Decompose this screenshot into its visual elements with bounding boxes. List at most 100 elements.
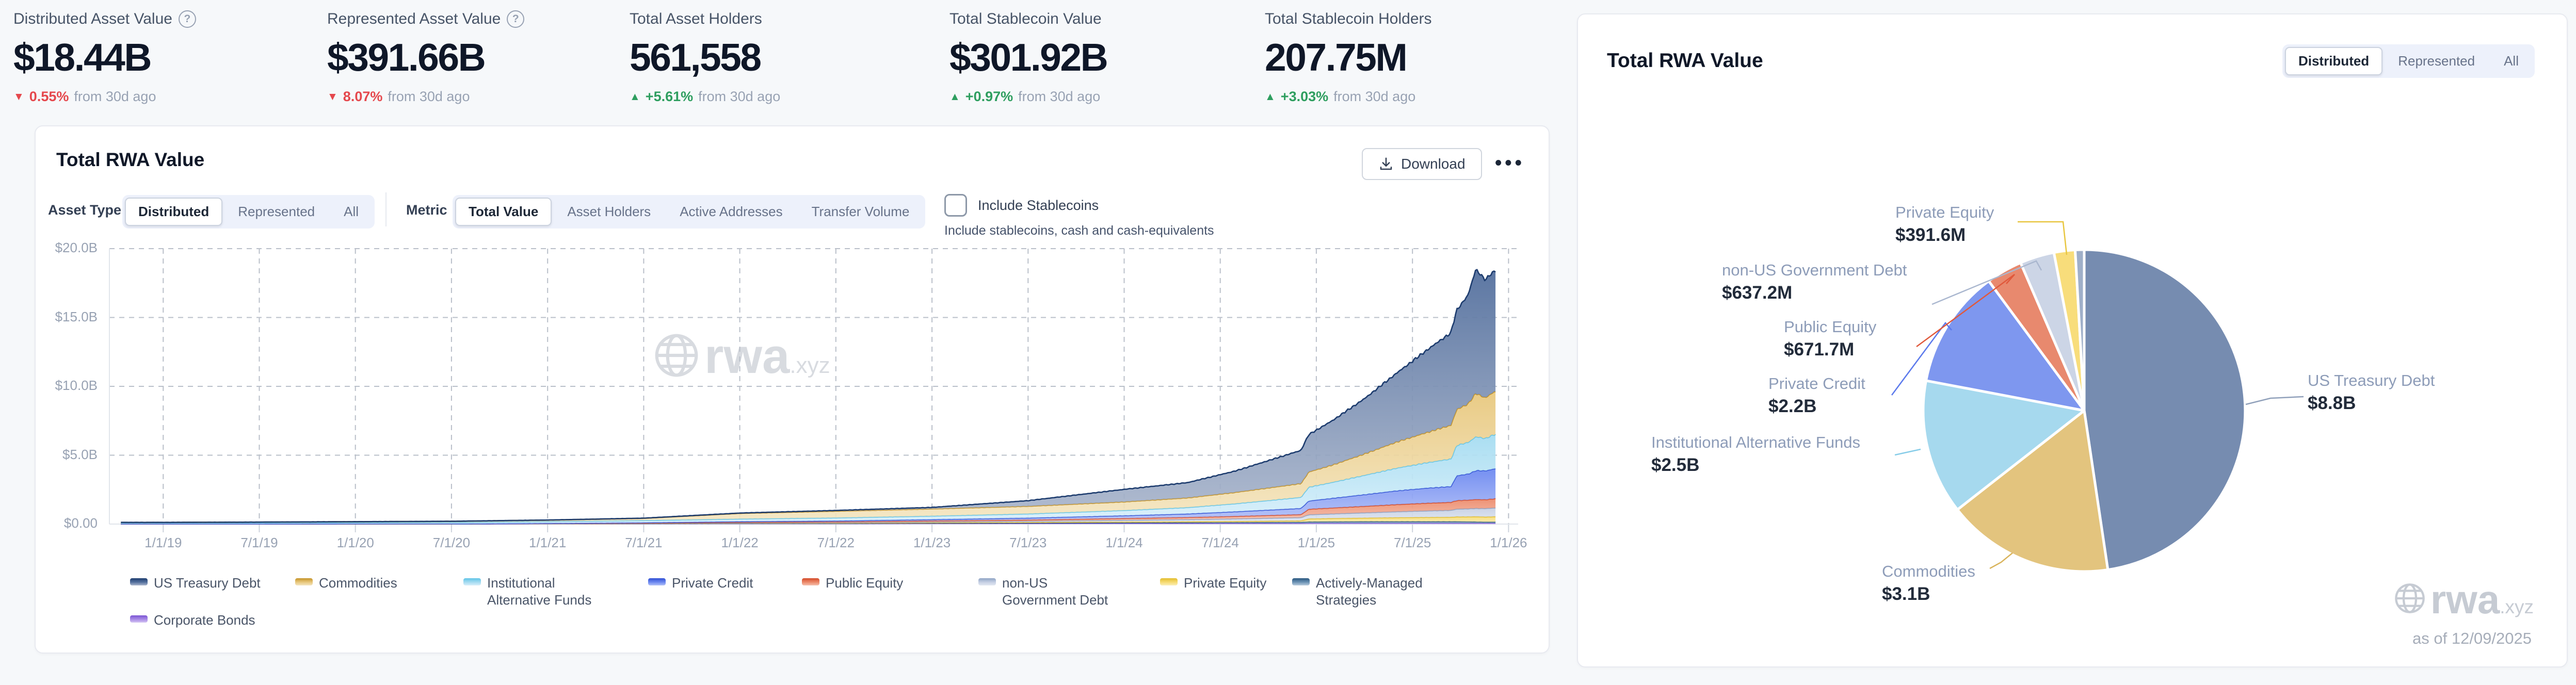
pie-label-value: $637.2M [1722, 283, 1907, 303]
pie-label-public-equity: Public Equity $671.7M [1784, 318, 1876, 360]
pie-label-name: Institutional Alternative Funds [1651, 433, 1860, 452]
y-tick-label: $10.0B [40, 378, 98, 394]
pie-label-value: $2.2B [1768, 396, 1865, 417]
y-tick-label: $15.0B [40, 309, 98, 325]
legend-swatch [130, 578, 148, 585]
stat-total-stablecoin-holders: Total Stablecoin Holders 207.75M ▲+3.03%fr… [1265, 10, 1564, 105]
stat-delta: ▲+3.03%from 30d ago [1265, 89, 1564, 105]
pie-label-value: $391.6M [1895, 225, 1994, 246]
x-tick-label: 1/1/23 [891, 535, 973, 551]
x-tick-label: 7/1/25 [1371, 535, 1454, 551]
legend-item-private-equity[interactable]: Private Equity [1160, 575, 1266, 592]
x-tick-label: 1/1/24 [1083, 535, 1165, 551]
legend-label: Actively-Managed Strategies [1316, 575, 1432, 608]
legend-label: US Treasury Debt [154, 575, 261, 592]
rwa-pie-card: Total RWA Value DistributedRepresentedAl… [1577, 13, 2568, 667]
pie-label-us-treasury-debt: US Treasury Debt $8.8B [2308, 371, 2435, 414]
pie-label-value: $3.1B [1882, 584, 1975, 605]
stat-delta: ▲+5.61%from 30d ago [630, 89, 929, 105]
legend-item-us-treasury-debt[interactable]: US Treasury Debt [130, 575, 261, 592]
pie-label-value: $2.5B [1651, 455, 1860, 476]
stat-value: 207.75M [1265, 35, 1564, 79]
legend-item-commodities[interactable]: Commodities [295, 575, 397, 592]
area-series-us-treasury-debt[interactable] [121, 270, 1495, 523]
legend-item-public-equity[interactable]: Public Equity [802, 575, 903, 592]
arrow-down-icon: ▼ [13, 91, 24, 103]
pie-label-value: $671.7M [1784, 339, 1876, 360]
y-tick-label: $20.0B [40, 240, 98, 256]
rwa-dashboard: Distributed Asset Value? $18.44B ▼0.55%fro… [0, 0, 2576, 685]
pie-label-name: Private Credit [1768, 374, 1865, 393]
stat-total-stablecoin-value: Total Stablecoin Value $301.92B ▲+0.97%fro… [949, 10, 1249, 105]
stat-delta: ▲+0.97%from 30d ago [949, 89, 1249, 105]
legend-swatch [802, 578, 819, 585]
legend-swatch [1160, 578, 1178, 585]
legend-label: Institutional Alternative Funds [487, 575, 608, 608]
legend-label: Commodities [319, 575, 397, 592]
legend-label: Corporate Bonds [154, 612, 255, 629]
legend-item-institutional-alternative-funds[interactable]: Institutional Alternative Funds [463, 575, 608, 608]
pie-label-name: Public Equity [1784, 318, 1876, 336]
x-tick-label: 1/1/26 [1467, 535, 1550, 551]
stat-value: $18.44B [13, 35, 313, 79]
legend-swatch [978, 578, 996, 585]
legend-swatch [648, 578, 666, 585]
stat-label: Total Asset Holders [630, 10, 762, 28]
stat-value: 561,558 [630, 35, 929, 79]
y-tick-label: $5.0B [40, 447, 98, 463]
arrow-up-icon: ▲ [1265, 91, 1276, 103]
x-tick-label: 7/1/19 [218, 535, 301, 551]
pie-label-commodities: Commodities $3.1B [1882, 562, 1975, 605]
as-of-date: as of 12/09/2025 [2412, 629, 2532, 648]
x-tick-label: 1/1/21 [506, 535, 589, 551]
legend-label: non-US Government Debt [1002, 575, 1113, 608]
x-tick-label: 7/1/22 [795, 535, 877, 551]
help-icon[interactable]: ? [507, 10, 524, 28]
x-tick-label: 1/1/20 [314, 535, 397, 551]
pie-label-name: US Treasury Debt [2308, 371, 2435, 390]
help-icon[interactable]: ? [179, 10, 196, 28]
legend-item-actively-managed-strategies[interactable]: Actively-Managed Strategies [1292, 575, 1432, 608]
pie-label-name: Commodities [1882, 562, 1975, 581]
legend-label: Private Equity [1184, 575, 1266, 592]
pie-label-private-credit: Private Credit $2.2B [1768, 374, 1865, 417]
stat-value: $391.66B [327, 35, 626, 79]
pie-label-name: Private Equity [1895, 203, 1994, 222]
legend-swatch [295, 578, 313, 585]
x-tick-label: 7/1/24 [1179, 535, 1262, 551]
pie-label-name: non-US Government Debt [1722, 261, 1907, 280]
stat-distributed-asset-value: Distributed Asset Value? $18.44B ▼0.55%fro… [13, 10, 313, 105]
pie-chart[interactable] [1578, 14, 2569, 668]
stat-total-asset-holders: Total Asset Holders 561,558 ▲+5.61%from 30… [630, 10, 929, 105]
stat-delta: ▼8.07%from 30d ago [327, 89, 626, 105]
arrow-up-icon: ▲ [949, 91, 960, 103]
stat-label: Distributed Asset Value [13, 10, 172, 28]
legend-item-private-credit[interactable]: Private Credit [648, 575, 753, 592]
legend-item-non-us-government-debt[interactable]: non-US Government Debt [978, 575, 1113, 608]
x-tick-label: 1/1/25 [1275, 535, 1358, 551]
stat-label: Represented Asset Value [327, 10, 501, 28]
legend-swatch [463, 578, 481, 585]
legend-item-corporate-bonds[interactable]: Corporate Bonds [130, 612, 255, 629]
x-tick-label: 7/1/20 [410, 535, 493, 551]
stat-label: Total Stablecoin Holders [1265, 10, 1432, 28]
x-tick-label: 1/1/22 [699, 535, 781, 551]
pie-label-non-us-government-debt: non-US Government Debt $637.2M [1722, 261, 1907, 303]
pie-slice-us-treasury-debt[interactable] [2084, 250, 2245, 570]
stat-represented-asset-value: Represented Asset Value? $391.66B ▼8.07%fr… [327, 10, 626, 105]
y-tick-label: $0.00 [40, 515, 98, 531]
stat-label: Total Stablecoin Value [949, 10, 1102, 28]
arrow-down-icon: ▼ [327, 91, 338, 103]
legend-swatch [130, 615, 148, 623]
legend-swatch [1292, 578, 1310, 585]
legend-label: Public Equity [826, 575, 903, 592]
legend-label: Private Credit [672, 575, 753, 592]
stat-value: $301.92B [949, 35, 1249, 79]
x-tick-label: 7/1/23 [987, 535, 1069, 551]
x-tick-label: 7/1/21 [602, 535, 685, 551]
stat-delta: ▼0.55%from 30d ago [13, 89, 313, 105]
arrow-up-icon: ▲ [630, 91, 640, 103]
rwa-value-chart-card: Total RWA Value Download ••• Asset Type … [35, 125, 1550, 654]
pie-label-value: $8.8B [2308, 393, 2435, 414]
x-tick-label: 1/1/19 [122, 535, 204, 551]
